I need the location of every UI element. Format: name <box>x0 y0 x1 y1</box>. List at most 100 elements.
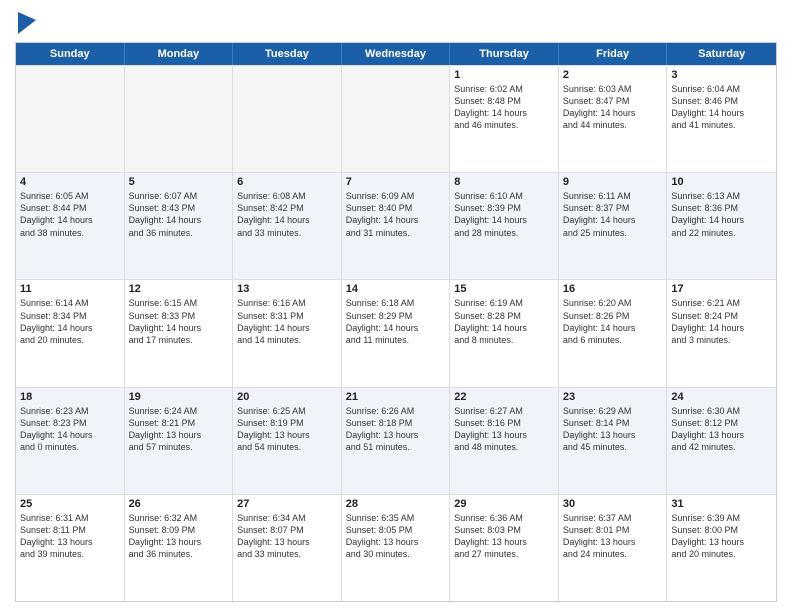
calendar-cell-22: 22Sunrise: 6:27 AM Sunset: 8:16 PM Dayli… <box>450 388 559 494</box>
day-number: 18 <box>20 391 120 403</box>
calendar-cell-14: 14 Sunrise: 6:18 AM Sunset: 8:29 PM Dayli… <box>342 280 451 386</box>
cell-info: Sunrise: 6:36 AM Sunset: 8:03 PM Dayligh… <box>454 512 554 561</box>
logo-icon <box>18 12 36 34</box>
day-number: 3 <box>671 69 772 81</box>
cell-info: Sunrise: 6:07 AM Sunset: 8:43 PM Dayligh… <box>129 190 229 239</box>
calendar-cell-29: 29 Sunrise: 6:36 AM Sunset: 8:03 PM Dayli… <box>450 495 559 601</box>
cell-info: Sunrise: 6:26 AM Sunset: 8:18 PM Dayligh… <box>346 405 446 454</box>
day-number: 10 <box>671 176 772 188</box>
day-number: 20 <box>237 391 337 403</box>
calendar-row-4: 25 Sunrise: 6:31 AM Sunset: 8:11 PM Dayli… <box>16 494 776 601</box>
day-number: 6 <box>237 176 337 188</box>
calendar-cell-3: 3 Sunrise: 6:04 AM Sunset: 8:46 PM Daylig… <box>667 66 776 172</box>
day-number: 27 <box>237 498 337 510</box>
calendar-cell-2: 2 Sunrise: 6:03 AM Sunset: 8:47 PM Daylig… <box>559 66 668 172</box>
calendar-cell-4: 4 Sunrise: 6:05 AM Sunset: 8:44 PM Daylig… <box>16 173 125 279</box>
cell-info: Sunrise: 6:08 AM Sunset: 8:42 PM Dayligh… <box>237 190 337 239</box>
calendar-cell-12: 12Sunrise: 6:15 AM Sunset: 8:33 PM Dayli… <box>125 280 234 386</box>
day-number: 5 <box>129 176 229 188</box>
cell-info: Sunrise: 6:20 AM Sunset: 8:26 PM Dayligh… <box>563 297 663 346</box>
day-number: 30 <box>563 498 663 510</box>
calendar-cell-1: 1 Sunrise: 6:02 AM Sunset: 8:48 PM Daylig… <box>450 66 559 172</box>
cell-info: Sunrise: 6:21 AM Sunset: 8:24 PM Dayligh… <box>671 297 772 346</box>
cell-info: Sunrise: 6:29 AM Sunset: 8:14 PM Dayligh… <box>563 405 663 454</box>
calendar-cell-empty-3 <box>342 66 451 172</box>
cell-info: Sunrise: 6:39 AM Sunset: 8:00 PM Dayligh… <box>671 512 772 561</box>
cell-info: Sunrise: 6:03 AM Sunset: 8:47 PM Dayligh… <box>563 83 663 132</box>
header-day-wednesday: Wednesday <box>342 43 451 65</box>
cell-info: Sunrise: 6:04 AM Sunset: 8:46 PM Dayligh… <box>671 83 772 132</box>
day-number: 26 <box>129 498 229 510</box>
calendar-cell-13: 13Sunrise: 6:16 AM Sunset: 8:31 PM Dayli… <box>233 280 342 386</box>
header-day-sunday: Sunday <box>16 43 125 65</box>
cell-info: Sunrise: 6:19 AM Sunset: 8:28 PM Dayligh… <box>454 297 554 346</box>
calendar-cell-10: 10 Sunrise: 6:13 AM Sunset: 8:36 PM Dayli… <box>667 173 776 279</box>
calendar-cell-21: 21 Sunrise: 6:26 AM Sunset: 8:18 PM Dayli… <box>342 388 451 494</box>
cell-info: Sunrise: 6:13 AM Sunset: 8:36 PM Dayligh… <box>671 190 772 239</box>
calendar-cell-16: 16Sunrise: 6:20 AM Sunset: 8:26 PM Dayli… <box>559 280 668 386</box>
calendar-cell-9: 9 Sunrise: 6:11 AM Sunset: 8:37 PM Daylig… <box>559 173 668 279</box>
cell-info: Sunrise: 6:09 AM Sunset: 8:40 PM Dayligh… <box>346 190 446 239</box>
day-number: 12 <box>129 283 229 295</box>
cell-info: Sunrise: 6:25 AM Sunset: 8:19 PM Dayligh… <box>237 405 337 454</box>
day-number: 7 <box>346 176 446 188</box>
calendar-cell-empty-1 <box>125 66 234 172</box>
header-day-monday: Monday <box>125 43 234 65</box>
day-number: 4 <box>20 176 120 188</box>
day-number: 11 <box>20 283 120 295</box>
calendar-cell-27: 27Sunrise: 6:34 AM Sunset: 8:07 PM Dayli… <box>233 495 342 601</box>
day-number: 9 <box>563 176 663 188</box>
day-number: 31 <box>671 498 772 510</box>
calendar-header: SundayMondayTuesdayWednesdayThursdayFrid… <box>16 43 776 65</box>
header <box>15 10 777 34</box>
calendar-row-1: 4 Sunrise: 6:05 AM Sunset: 8:44 PM Daylig… <box>16 172 776 279</box>
calendar-row-3: 18 Sunrise: 6:23 AM Sunset: 8:23 PM Dayli… <box>16 387 776 494</box>
cell-info: Sunrise: 6:10 AM Sunset: 8:39 PM Dayligh… <box>454 190 554 239</box>
cell-info: Sunrise: 6:31 AM Sunset: 8:11 PM Dayligh… <box>20 512 120 561</box>
header-day-tuesday: Tuesday <box>233 43 342 65</box>
calendar-cell-8: 8Sunrise: 6:10 AM Sunset: 8:39 PM Daylig… <box>450 173 559 279</box>
day-number: 1 <box>454 69 554 81</box>
day-number: 19 <box>129 391 229 403</box>
day-number: 2 <box>563 69 663 81</box>
calendar-cell-18: 18 Sunrise: 6:23 AM Sunset: 8:23 PM Dayli… <box>16 388 125 494</box>
day-number: 13 <box>237 283 337 295</box>
cell-info: Sunrise: 6:24 AM Sunset: 8:21 PM Dayligh… <box>129 405 229 454</box>
calendar-cell-20: 20 Sunrise: 6:25 AM Sunset: 8:19 PM Dayli… <box>233 388 342 494</box>
calendar-row-2: 11Sunrise: 6:14 AM Sunset: 8:34 PM Dayli… <box>16 279 776 386</box>
cell-info: Sunrise: 6:32 AM Sunset: 8:09 PM Dayligh… <box>129 512 229 561</box>
calendar-cell-6: 6 Sunrise: 6:08 AM Sunset: 8:42 PM Daylig… <box>233 173 342 279</box>
calendar-cell-23: 23 Sunrise: 6:29 AM Sunset: 8:14 PM Dayli… <box>559 388 668 494</box>
calendar-cell-30: 30 Sunrise: 6:37 AM Sunset: 8:01 PM Dayli… <box>559 495 668 601</box>
day-number: 29 <box>454 498 554 510</box>
calendar-cell-25: 25 Sunrise: 6:31 AM Sunset: 8:11 PM Dayli… <box>16 495 125 601</box>
cell-info: Sunrise: 6:18 AM Sunset: 8:29 PM Dayligh… <box>346 297 446 346</box>
calendar-body: 1 Sunrise: 6:02 AM Sunset: 8:48 PM Daylig… <box>16 65 776 601</box>
header-day-saturday: Saturday <box>667 43 776 65</box>
calendar-cell-5: 5 Sunrise: 6:07 AM Sunset: 8:43 PM Daylig… <box>125 173 234 279</box>
header-day-friday: Friday <box>559 43 668 65</box>
day-number: 21 <box>346 391 446 403</box>
calendar-cell-19: 19 Sunrise: 6:24 AM Sunset: 8:21 PM Dayli… <box>125 388 234 494</box>
day-number: 14 <box>346 283 446 295</box>
day-number: 22 <box>454 391 554 403</box>
cell-info: Sunrise: 6:37 AM Sunset: 8:01 PM Dayligh… <box>563 512 663 561</box>
calendar-row-0: 1 Sunrise: 6:02 AM Sunset: 8:48 PM Daylig… <box>16 65 776 172</box>
day-number: 23 <box>563 391 663 403</box>
cell-info: Sunrise: 6:11 AM Sunset: 8:37 PM Dayligh… <box>563 190 663 239</box>
calendar-cell-11: 11Sunrise: 6:14 AM Sunset: 8:34 PM Dayli… <box>16 280 125 386</box>
calendar-cell-17: 17 Sunrise: 6:21 AM Sunset: 8:24 PM Dayli… <box>667 280 776 386</box>
day-number: 15 <box>454 283 554 295</box>
calendar-cell-7: 7 Sunrise: 6:09 AM Sunset: 8:40 PM Daylig… <box>342 173 451 279</box>
day-number: 17 <box>671 283 772 295</box>
day-number: 25 <box>20 498 120 510</box>
cell-info: Sunrise: 6:02 AM Sunset: 8:48 PM Dayligh… <box>454 83 554 132</box>
page: SundayMondayTuesdayWednesdayThursdayFrid… <box>0 0 792 612</box>
cell-info: Sunrise: 6:05 AM Sunset: 8:44 PM Dayligh… <box>20 190 120 239</box>
cell-info: Sunrise: 6:23 AM Sunset: 8:23 PM Dayligh… <box>20 405 120 454</box>
calendar-cell-empty-0 <box>16 66 125 172</box>
calendar-cell-26: 26 Sunrise: 6:32 AM Sunset: 8:09 PM Dayli… <box>125 495 234 601</box>
calendar-cell-24: 24Sunrise: 6:30 AM Sunset: 8:12 PM Dayli… <box>667 388 776 494</box>
calendar: SundayMondayTuesdayWednesdayThursdayFrid… <box>15 42 777 602</box>
calendar-cell-31: 31 Sunrise: 6:39 AM Sunset: 8:00 PM Dayli… <box>667 495 776 601</box>
